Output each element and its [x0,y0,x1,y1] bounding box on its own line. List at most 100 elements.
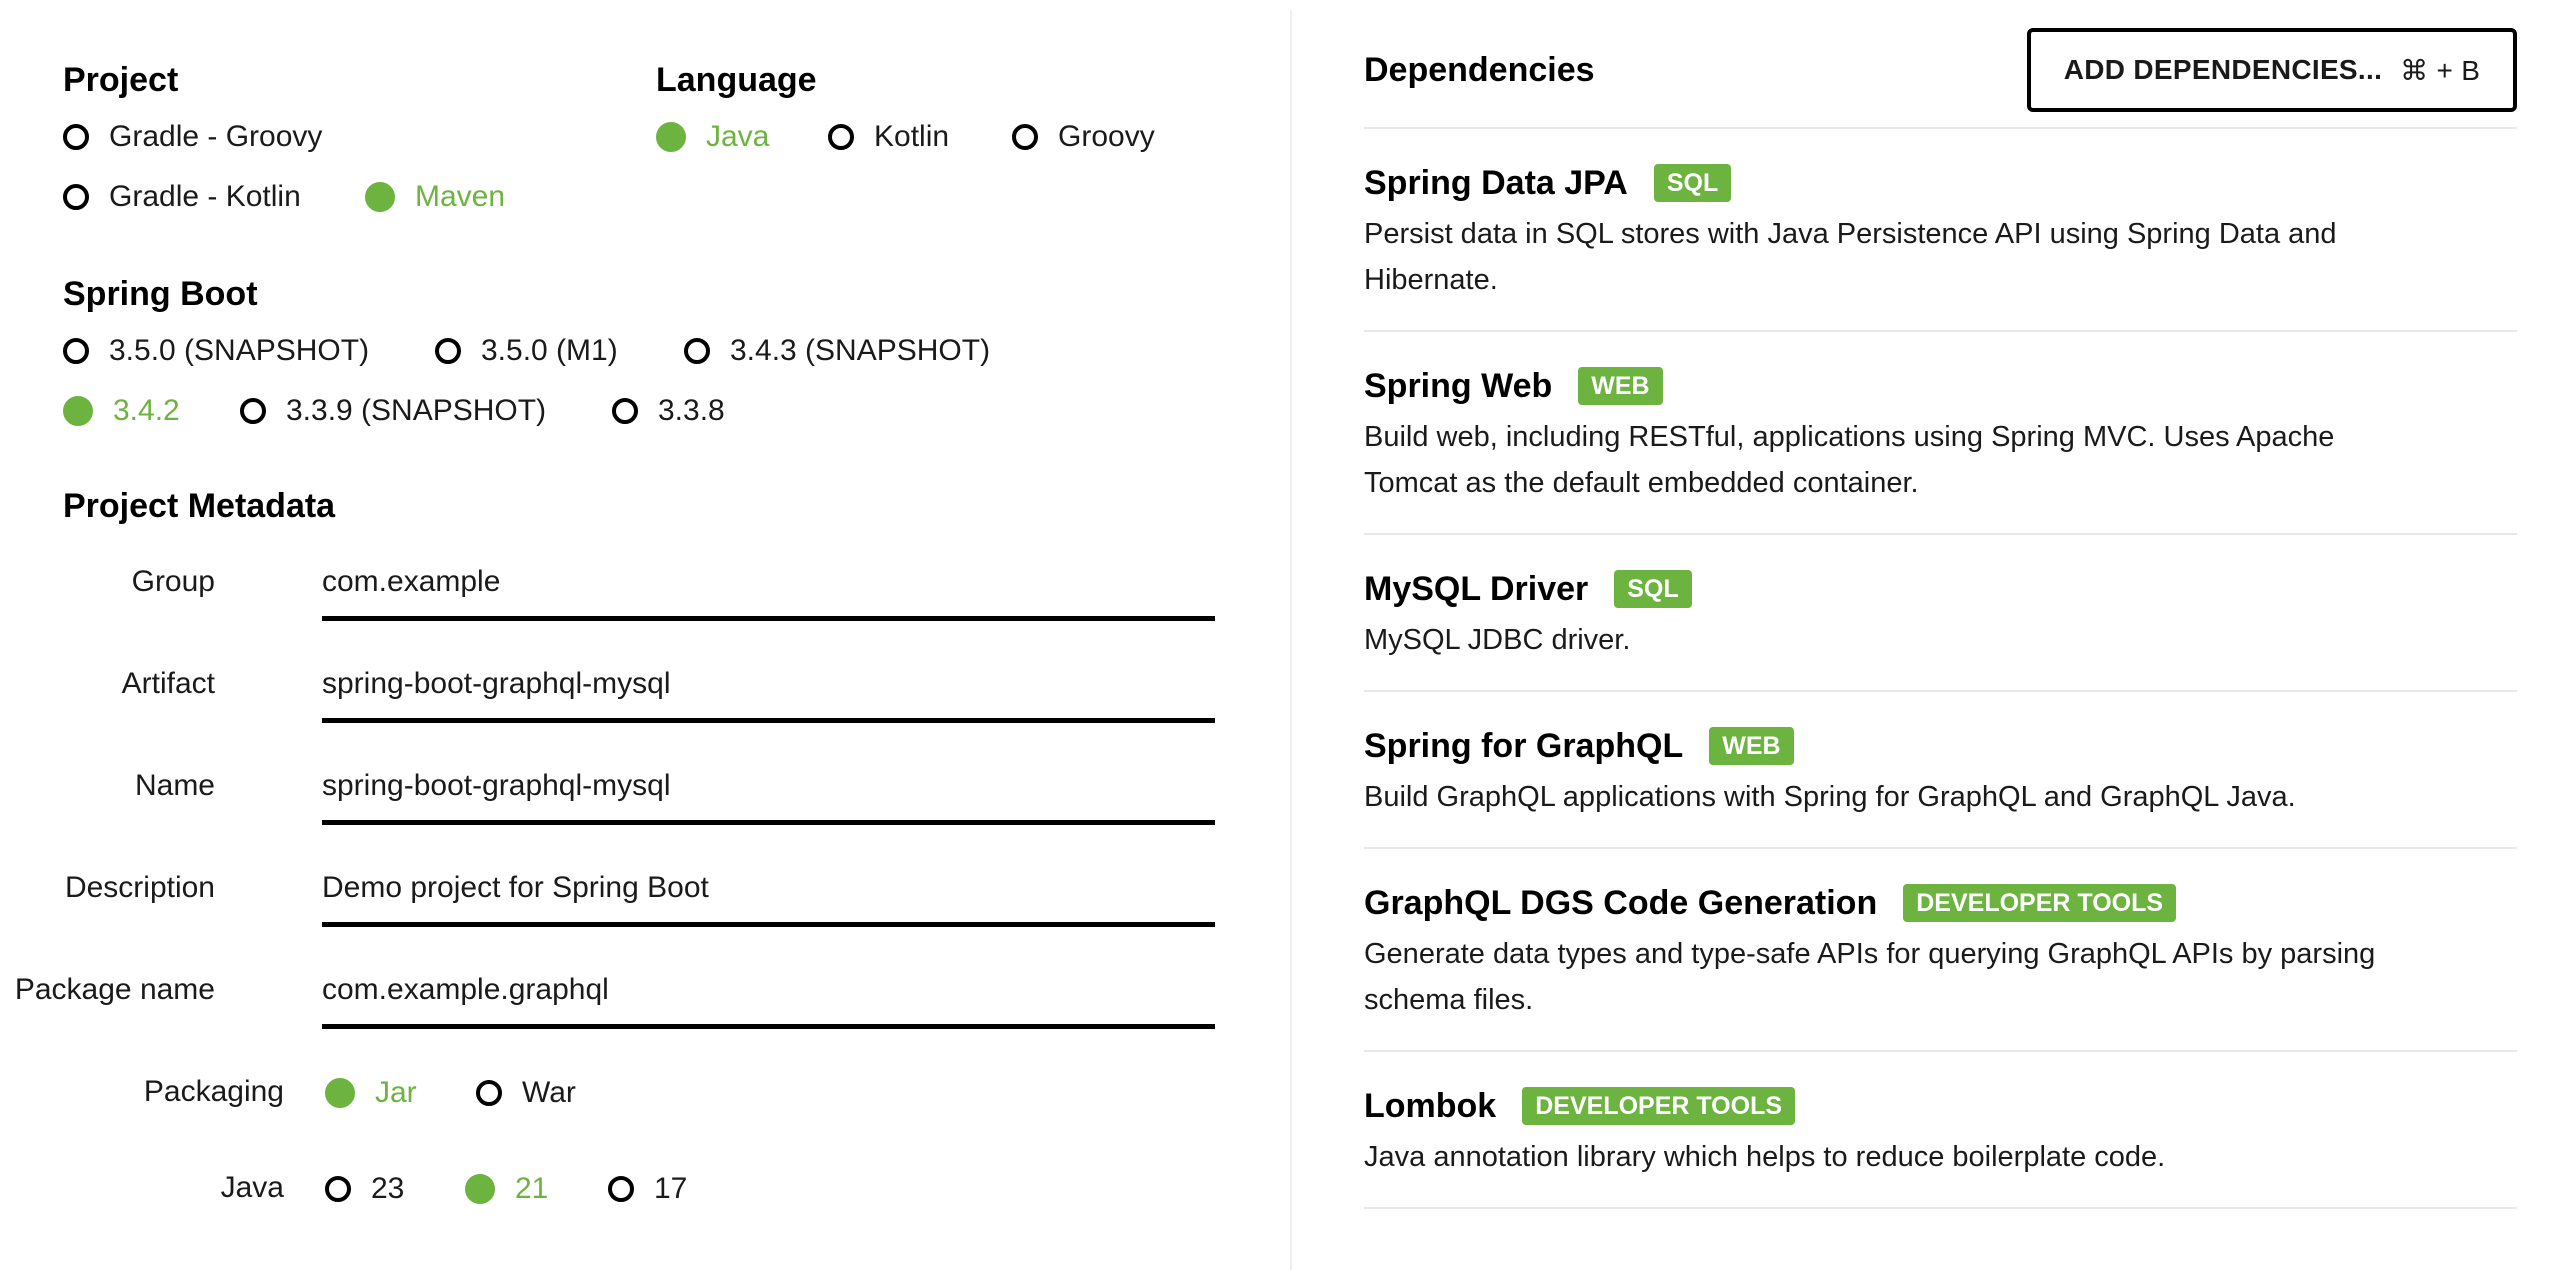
group-input[interactable] [322,560,1215,604]
radio-circle [365,182,395,212]
radio-circle [63,338,89,364]
dependency-separator [1364,1207,2517,1209]
input-underline [322,1024,1215,1029]
dependency-item[interactable]: Lombok DEVELOPER TOOLS Java annotation l… [1364,1052,2517,1207]
radio-label: War [522,1076,576,1109]
radio-circle [325,1078,355,1108]
radio-circle [656,122,686,152]
package-name-label: Package name [14,973,215,1006]
radio-label: 17 [654,1172,688,1205]
language-title: Language [656,61,817,99]
package-name-input[interactable] [322,968,1215,1012]
radio-label: Kotlin [874,120,950,153]
radio-circle [325,1176,351,1202]
radio-circle [476,1080,502,1106]
language-kotlin-radio[interactable]: Kotlin [828,120,949,154]
dependency-item[interactable]: Spring Data JPA SQL Persist data in SQL … [1364,129,2517,330]
radio-circle [240,398,266,424]
radio-circle [828,124,854,150]
dependency-tag: SQL [1653,164,1732,202]
dependency-name: MySQL Driver [1364,570,1589,608]
radio-label: Jar [375,1076,417,1109]
radio-label: Gradle - Groovy [109,120,323,153]
group-label: Group [131,565,215,598]
radio-circle [465,1174,495,1204]
name-input[interactable] [322,764,1215,808]
add-dependencies-label: ADD DEPENDENCIES... [2063,54,2383,85]
packaging-jar-radio[interactable]: Jar [325,1076,417,1110]
dependency-item[interactable]: Spring Web WEB Build web, including REST… [1364,332,2517,533]
java-17-radio[interactable]: 17 [608,1172,687,1206]
language-groovy-radio[interactable]: Groovy [1012,120,1155,154]
dependency-list: Spring Data JPA SQL Persist data in SQL … [1364,127,2517,1209]
radio-label: 21 [515,1172,549,1205]
input-underline [322,820,1215,825]
dependency-description: Java annotation library which helps to r… [1364,1141,2166,1173]
project-gradle-groovy-radio[interactable]: Gradle - Groovy [63,120,322,154]
radio-label: 3.4.3 (SNAPSHOT) [730,334,991,367]
dependency-description: Generate data types and type-safe APIs f… [1364,938,2376,1016]
radio-label: 3.4.2 [113,394,180,427]
input-underline [322,718,1215,723]
boot-3-4-3-snapshot-radio[interactable]: 3.4.3 (SNAPSHOT) [684,334,990,368]
boot-3-3-8-radio[interactable]: 3.3.8 [612,394,725,428]
dependency-item[interactable]: Spring for GraphQL WEB Build GraphQL app… [1364,692,2517,847]
dependencies-title: Dependencies [1364,51,1595,89]
radio-label: 3.3.9 (SNAPSHOT) [286,394,547,427]
dependency-description: Build GraphQL applications with Spring f… [1364,781,2296,813]
dependency-name: Lombok [1364,1087,1497,1125]
project-gradle-kotlin-radio[interactable]: Gradle - Kotlin [63,180,301,214]
description-input[interactable] [322,866,1215,910]
boot-3-3-9-snapshot-radio[interactable]: 3.3.9 (SNAPSHOT) [240,394,546,428]
java-21-radio[interactable]: 21 [465,1172,548,1206]
project-settings-pane: Project Gradle - Groovy Gradle - Kotlin … [0,0,1290,1270]
radio-label: 3.3.8 [658,394,725,427]
input-underline [322,616,1215,621]
radio-label: 3.5.0 (M1) [481,334,618,367]
boot-3-5-0-m1-radio[interactable]: 3.5.0 (M1) [435,334,618,368]
packaging-label: Packaging [143,1075,284,1108]
java-label: Java [220,1171,284,1204]
dependencies-pane: Dependencies ADD DEPENDENCIES... ⌘ + B S… [1292,0,2562,1270]
dependency-description: Build web, including RESTful, applicatio… [1364,421,2335,499]
boot-3-5-0-snapshot-radio[interactable]: 3.5.0 (SNAPSHOT) [63,334,369,368]
radio-circle [608,1176,634,1202]
radio-circle [612,398,638,424]
dependency-item[interactable]: MySQL Driver SQL MySQL JDBC driver. [1364,535,2517,690]
dependency-description: Persist data in SQL stores with Java Per… [1364,218,2337,296]
dependency-item[interactable]: GraphQL DGS Code Generation DEVELOPER TO… [1364,849,2517,1050]
name-field: Name [0,764,1215,838]
radio-circle [1012,124,1038,150]
radio-label: Java [706,120,770,153]
description-label: Description [64,871,215,904]
radio-label: 23 [371,1172,405,1205]
java-23-radio[interactable]: 23 [325,1172,404,1206]
dependency-description: MySQL JDBC driver. [1364,624,1631,656]
artifact-label: Artifact [121,667,215,700]
radio-label: Maven [415,180,506,213]
boot-3-4-2-radio[interactable]: 3.4.2 [63,394,180,428]
dependency-name: GraphQL DGS Code Generation [1364,884,1878,922]
language-java-radio[interactable]: Java [656,120,769,154]
spring-boot-title: Spring Boot [63,275,258,313]
dependency-tag: SQL [1614,570,1692,608]
project-maven-radio[interactable]: Maven [365,180,505,214]
radio-circle [63,396,93,426]
artifact-input[interactable] [322,662,1215,706]
dependency-name: Spring Web [1364,367,1553,405]
radio-label: Gradle - Kotlin [109,180,301,213]
input-underline [322,922,1215,927]
add-dependencies-button[interactable]: ADD DEPENDENCIES... ⌘ + B [2027,28,2517,112]
dependency-name: Spring for GraphQL [1364,727,1684,765]
dependency-tag: WEB [1578,367,1663,405]
radio-circle [684,338,710,364]
artifact-field: Artifact [0,662,1215,736]
dependency-tag: DEVELOPER TOOLS [1903,884,2177,922]
project-metadata-title: Project Metadata [63,487,336,525]
dependency-tag: WEB [1709,727,1794,765]
packaging-war-radio[interactable]: War [476,1076,576,1110]
dependency-tag: DEVELOPER TOOLS [1522,1087,1796,1125]
radio-circle [63,184,89,210]
description-field: Description [0,866,1215,940]
project-title: Project [63,61,179,99]
